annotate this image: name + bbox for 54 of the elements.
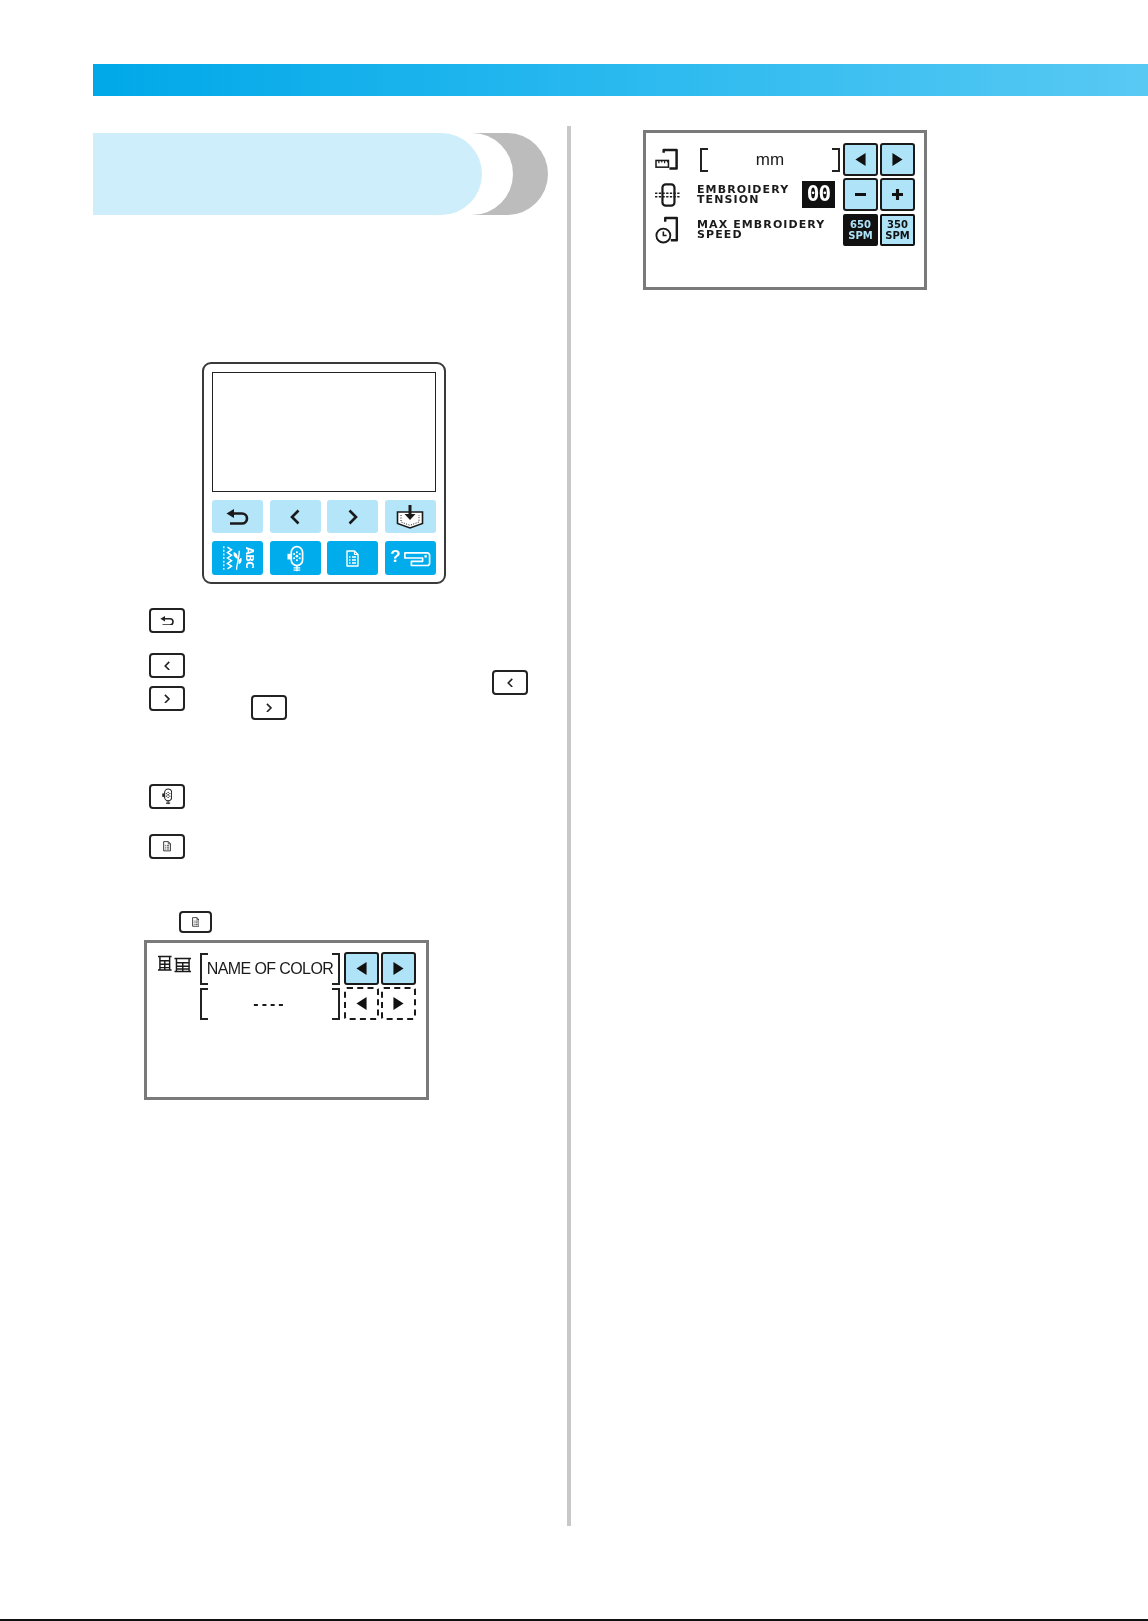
left-triangle-icon — [855, 153, 866, 166]
chevron-left-icon — [506, 677, 514, 688]
thread-spool-icon — [157, 955, 192, 973]
value-field: NAME OF COLOR — [200, 952, 340, 985]
stitch-pattern-icon — [221, 545, 242, 571]
clock-frame-icon — [655, 215, 681, 244]
return-arrow-icon — [225, 508, 250, 525]
back-button[interactable] — [149, 608, 185, 633]
chevron-left-icon — [290, 508, 301, 525]
previous-button[interactable] — [492, 670, 528, 695]
embroidery-hoop-icon — [161, 788, 173, 805]
tension-disc-icon — [655, 182, 681, 207]
return-arrow-icon — [159, 615, 175, 626]
left-arrow-button[interactable] — [344, 952, 379, 985]
embroidery-hoop-icon — [286, 544, 304, 572]
value-field: ---- — [200, 987, 340, 1020]
next-button[interactable] — [149, 686, 185, 711]
next-button[interactable] — [327, 500, 379, 533]
minus-icon — [855, 192, 866, 197]
list-button[interactable] — [149, 834, 185, 859]
tension-value: 00 — [802, 181, 835, 208]
embroidery-button[interactable] — [149, 784, 185, 809]
document-list-icon — [346, 549, 360, 567]
document-list-icon — [162, 841, 172, 852]
document-list-icon — [191, 917, 200, 927]
next-button[interactable] — [251, 695, 287, 720]
speed-option[interactable]: 650 SPM — [843, 213, 878, 246]
tension-label: EMBROIDERY TENSION — [697, 184, 791, 205]
save-button[interactable] — [384, 500, 436, 533]
ruler-frame-icon — [655, 148, 680, 171]
plus-icon — [892, 189, 903, 200]
left-triangle-icon — [356, 962, 367, 975]
sewing-machine-icon — [402, 549, 431, 567]
right-triangle-icon — [393, 962, 404, 975]
value-field: mm — [700, 147, 840, 172]
list-button[interactable] — [179, 911, 212, 933]
right-arrow-button[interactable] — [880, 143, 915, 176]
chevron-right-icon — [265, 702, 273, 713]
right-arrow-button[interactable] — [381, 952, 416, 985]
previous-button[interactable] — [149, 653, 185, 678]
left-arrow-button[interactable] — [843, 143, 878, 176]
chevron-left-icon — [163, 660, 171, 671]
right-triangle-icon — [892, 153, 903, 166]
back-button[interactable] — [212, 500, 263, 533]
plus-button[interactable] — [880, 178, 915, 211]
speed-label: MAX EMBROIDERY SPEED — [697, 219, 827, 240]
minus-button[interactable] — [843, 178, 878, 211]
previous-button[interactable] — [269, 500, 321, 533]
right-triangle-icon — [393, 997, 404, 1010]
chevron-right-icon — [163, 693, 171, 704]
left-triangle-icon — [356, 997, 367, 1010]
chevron-right-icon — [347, 508, 358, 525]
speed-option[interactable]: 350 SPM — [880, 213, 915, 246]
pocket-arrow-icon — [396, 504, 425, 529]
